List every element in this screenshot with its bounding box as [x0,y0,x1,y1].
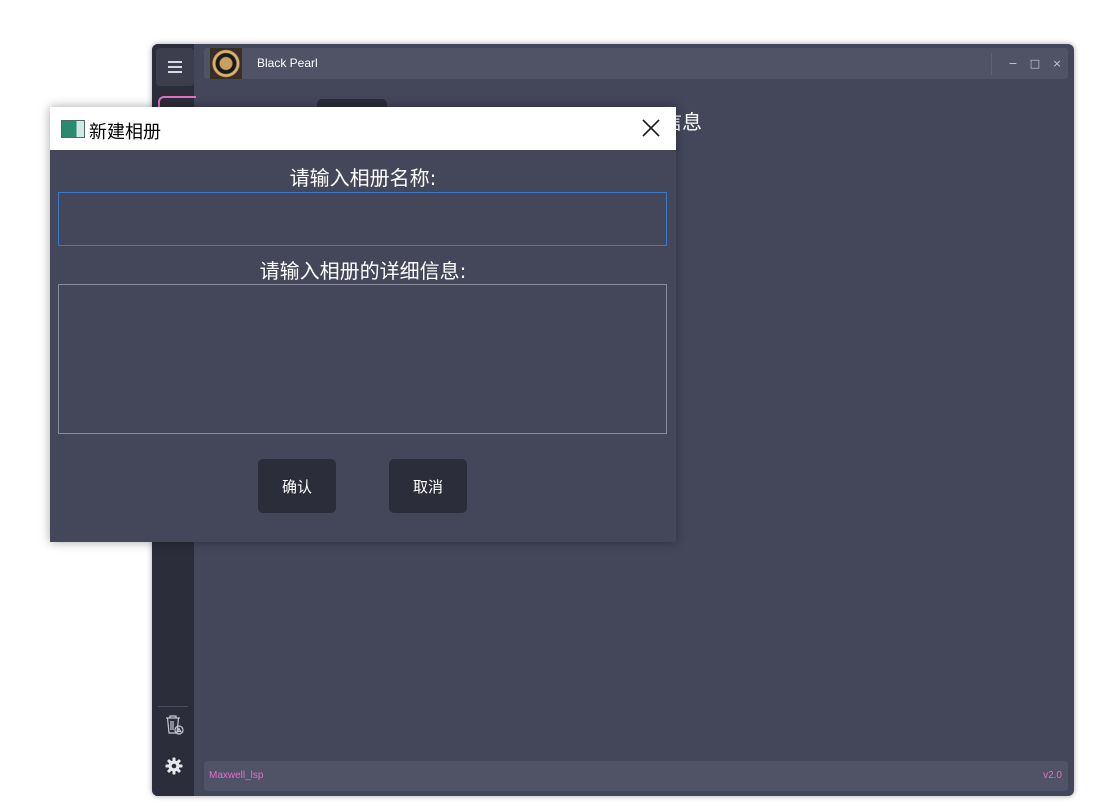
dialog-title-bar: 新建相册 [50,107,676,150]
window-controls-divider [991,52,992,75]
app-title: Black Pearl [257,56,318,70]
window-controls: − □ × [991,48,1068,79]
dialog-app-icon [61,120,85,138]
gear-icon [165,757,183,775]
album-detail-label: 请输入相册的详细信息: [259,259,467,283]
title-bar: Black Pearl − □ × [204,48,1068,79]
recycle-bin-button[interactable] [160,710,188,738]
footer-version: v2.0 [1043,770,1062,781]
app-logo [210,48,242,79]
album-detail-input[interactable] [58,284,667,434]
maximize-button[interactable]: □ [1024,57,1046,70]
close-window-button[interactable]: × [1046,57,1068,70]
new-album-dialog: 新建相册 请输入相册名称: 请输入相册的详细信息: 确认 取消 [50,107,676,542]
album-name-input[interactable] [58,192,667,246]
album-name-label: 请输入相册名称: [289,166,437,190]
hamburger-menu-button[interactable] [156,48,194,86]
sidebar-divider [158,706,188,707]
cancel-button[interactable]: 取消 [389,459,467,513]
close-icon [642,119,660,137]
settings-button[interactable] [162,754,186,778]
status-bar: Maxwell_lsp v2.0 [204,761,1068,791]
minimize-button[interactable]: − [1002,57,1024,70]
dialog-close-button[interactable] [636,113,666,143]
confirm-button[interactable]: 确认 [258,459,336,513]
footer-author: Maxwell_lsp [209,770,264,781]
dialog-title: 新建相册 [89,122,161,143]
trash-icon [166,715,184,735]
